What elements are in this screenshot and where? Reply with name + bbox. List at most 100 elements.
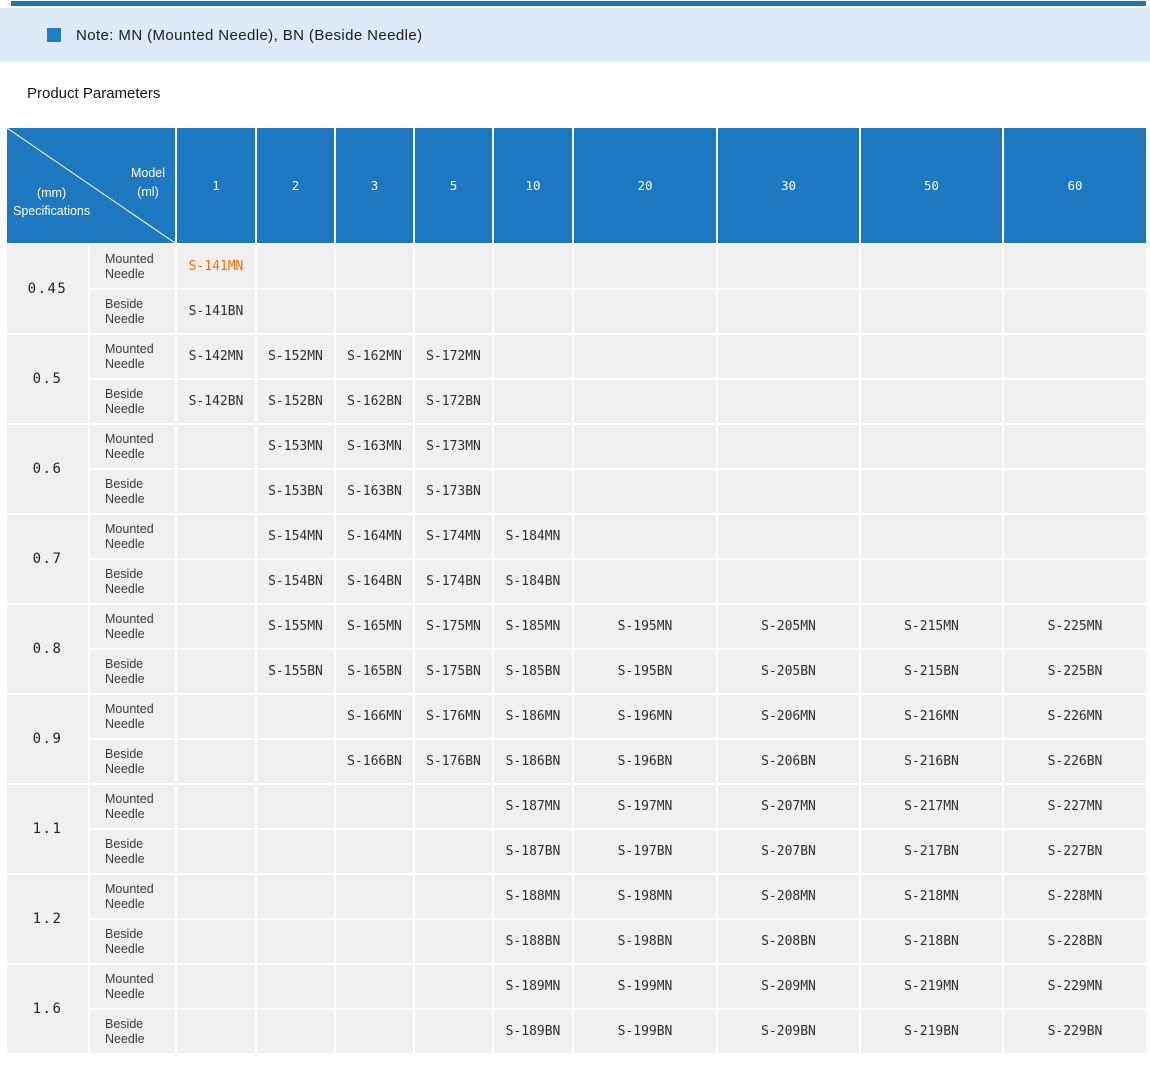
model-cell-S-227MN[interactable]: S-227MN: [1004, 785, 1146, 828]
model-cell-S-176MN[interactable]: S-176MN: [415, 695, 492, 738]
model-cell-S-228MN[interactable]: S-228MN: [1004, 875, 1146, 918]
model-cell-S-184MN[interactable]: S-184MN: [494, 515, 572, 558]
spec-cell-0.45: 0.45: [7, 245, 88, 333]
model-cell-S-207BN[interactable]: S-207BN: [718, 830, 859, 873]
model-cell-S-164MN[interactable]: S-164MN: [336, 515, 413, 558]
model-cell-S-189BN[interactable]: S-189BN: [494, 1010, 572, 1053]
empty-cell: [336, 965, 413, 1008]
table-body: 0.45 MountedNeedle S-141MN BesideNeedle S-14…: [7, 245, 1146, 1053]
model-cell-S-209MN[interactable]: S-209MN: [718, 965, 859, 1008]
model-cell-S-217BN[interactable]: S-217BN: [861, 830, 1002, 873]
model-cell-S-187BN[interactable]: S-187BN: [494, 830, 572, 873]
model-cell-S-199BN[interactable]: S-199BN: [574, 1010, 716, 1053]
model-cell-S-173BN[interactable]: S-173BN: [415, 470, 492, 513]
model-cell-S-196MN[interactable]: S-196MN: [574, 695, 716, 738]
model-cell-S-185BN[interactable]: S-185BN: [494, 650, 572, 693]
model-cell-S-199MN[interactable]: S-199MN: [574, 965, 716, 1008]
empty-cell: [257, 740, 334, 783]
model-cell-S-217MN[interactable]: S-217MN: [861, 785, 1002, 828]
model-cell-S-162BN[interactable]: S-162BN: [336, 380, 413, 423]
model-cell-S-174MN[interactable]: S-174MN: [415, 515, 492, 558]
model-cell-S-219BN[interactable]: S-219BN: [861, 1010, 1002, 1053]
model-cell-S-188BN[interactable]: S-188BN: [494, 920, 572, 963]
model-cell-S-225MN[interactable]: S-225MN: [1004, 605, 1146, 648]
empty-cell: [718, 290, 859, 333]
model-cell-S-142MN[interactable]: S-142MN: [177, 335, 255, 378]
model-cell-S-176BN[interactable]: S-176BN: [415, 740, 492, 783]
model-cell-S-166MN[interactable]: S-166MN: [336, 695, 413, 738]
model-cell-S-155MN[interactable]: S-155MN: [257, 605, 334, 648]
model-cell-S-141BN[interactable]: S-141BN: [177, 290, 255, 333]
model-cell-S-229MN[interactable]: S-229MN: [1004, 965, 1146, 1008]
model-cell-S-184BN[interactable]: S-184BN: [494, 560, 572, 603]
model-cell-S-198BN[interactable]: S-198BN: [574, 920, 716, 963]
model-cell-S-207MN[interactable]: S-207MN: [718, 785, 859, 828]
mounted-needle-label: MountedNeedle: [90, 965, 175, 1008]
model-cell-S-172BN[interactable]: S-172BN: [415, 380, 492, 423]
table-row-0.9-mn: 0.9MountedNeedleS-166MNS-176MNS-186MNS-1…: [7, 695, 1146, 738]
model-cell-S-229BN[interactable]: S-229BN: [1004, 1010, 1146, 1053]
model-cell-S-172MN[interactable]: S-172MN: [415, 335, 492, 378]
model-cell-S-175BN[interactable]: S-175BN: [415, 650, 492, 693]
model-cell-S-152MN[interactable]: S-152MN: [257, 335, 334, 378]
model-cell-S-225BN[interactable]: S-225BN: [1004, 650, 1146, 693]
empty-cell: [336, 875, 413, 918]
model-cell-S-186BN[interactable]: S-186BN: [494, 740, 572, 783]
model-cell-S-198MN[interactable]: S-198MN: [574, 875, 716, 918]
empty-cell: [177, 830, 255, 873]
model-cell-S-141MN[interactable]: S-141MN: [177, 245, 255, 288]
model-cell-S-154BN[interactable]: S-154BN: [257, 560, 334, 603]
model-cell-S-162MN[interactable]: S-162MN: [336, 335, 413, 378]
model-cell-S-216MN[interactable]: S-216MN: [861, 695, 1002, 738]
model-cell-S-208MN[interactable]: S-208MN: [718, 875, 859, 918]
model-cell-S-226MN[interactable]: S-226MN: [1004, 695, 1146, 738]
model-cell-S-142BN[interactable]: S-142BN: [177, 380, 255, 423]
model-cell-S-166BN[interactable]: S-166BN: [336, 740, 413, 783]
beside-needle-label: BesideNeedle: [90, 1010, 175, 1053]
model-cell-S-154MN[interactable]: S-154MN: [257, 515, 334, 558]
model-cell-S-163BN[interactable]: S-163BN: [336, 470, 413, 513]
model-cell-S-163MN[interactable]: S-163MN: [336, 425, 413, 468]
model-cell-S-188MN[interactable]: S-188MN: [494, 875, 572, 918]
model-cell-S-152BN[interactable]: S-152BN: [257, 380, 334, 423]
model-cell-S-216BN[interactable]: S-216BN: [861, 740, 1002, 783]
model-cell-S-206MN[interactable]: S-206MN: [718, 695, 859, 738]
model-cell-S-187MN[interactable]: S-187MN: [494, 785, 572, 828]
empty-cell: [257, 875, 334, 918]
model-cell-S-165BN[interactable]: S-165BN: [336, 650, 413, 693]
model-cell-S-208BN[interactable]: S-208BN: [718, 920, 859, 963]
model-cell-S-196BN[interactable]: S-196BN: [574, 740, 716, 783]
model-cell-S-197BN[interactable]: S-197BN: [574, 830, 716, 873]
model-cell-S-165MN[interactable]: S-165MN: [336, 605, 413, 648]
model-cell-S-153MN[interactable]: S-153MN: [257, 425, 334, 468]
model-cell-S-164BN[interactable]: S-164BN: [336, 560, 413, 603]
model-cell-S-209BN[interactable]: S-209BN: [718, 1010, 859, 1053]
model-cell-S-173MN[interactable]: S-173MN: [415, 425, 492, 468]
model-cell-S-195MN[interactable]: S-195MN: [574, 605, 716, 648]
model-cell-S-218BN[interactable]: S-218BN: [861, 920, 1002, 963]
model-cell-S-215BN[interactable]: S-215BN: [861, 650, 1002, 693]
column-header-50ml: 50: [861, 128, 1002, 243]
model-cell-S-205BN[interactable]: S-205BN: [718, 650, 859, 693]
model-cell-S-174BN[interactable]: S-174BN: [415, 560, 492, 603]
model-cell-S-218MN[interactable]: S-218MN: [861, 875, 1002, 918]
model-cell-S-226BN[interactable]: S-226BN: [1004, 740, 1146, 783]
model-cell-S-197MN[interactable]: S-197MN: [574, 785, 716, 828]
model-cell-S-206BN[interactable]: S-206BN: [718, 740, 859, 783]
model-cell-S-228BN[interactable]: S-228BN: [1004, 920, 1146, 963]
model-cell-S-205MN[interactable]: S-205MN: [718, 605, 859, 648]
model-cell-S-175MN[interactable]: S-175MN: [415, 605, 492, 648]
model-cell-S-186MN[interactable]: S-186MN: [494, 695, 572, 738]
empty-cell: [336, 245, 413, 288]
model-cell-S-195BN[interactable]: S-195BN: [574, 650, 716, 693]
model-cell-S-227BN[interactable]: S-227BN: [1004, 830, 1146, 873]
header-corner-cell: Model (ml) (mm) Specifications: [7, 128, 175, 243]
table-row-0.7-mn: 0.7MountedNeedleS-154MNS-164MNS-174MNS-1…: [7, 515, 1146, 558]
model-cell-S-219MN[interactable]: S-219MN: [861, 965, 1002, 1008]
model-cell-S-189MN[interactable]: S-189MN: [494, 965, 572, 1008]
model-cell-S-185MN[interactable]: S-185MN: [494, 605, 572, 648]
model-cell-S-215MN[interactable]: S-215MN: [861, 605, 1002, 648]
mounted-needle-label: MountedNeedle: [90, 785, 175, 828]
model-cell-S-155BN[interactable]: S-155BN: [257, 650, 334, 693]
model-cell-S-153BN[interactable]: S-153BN: [257, 470, 334, 513]
